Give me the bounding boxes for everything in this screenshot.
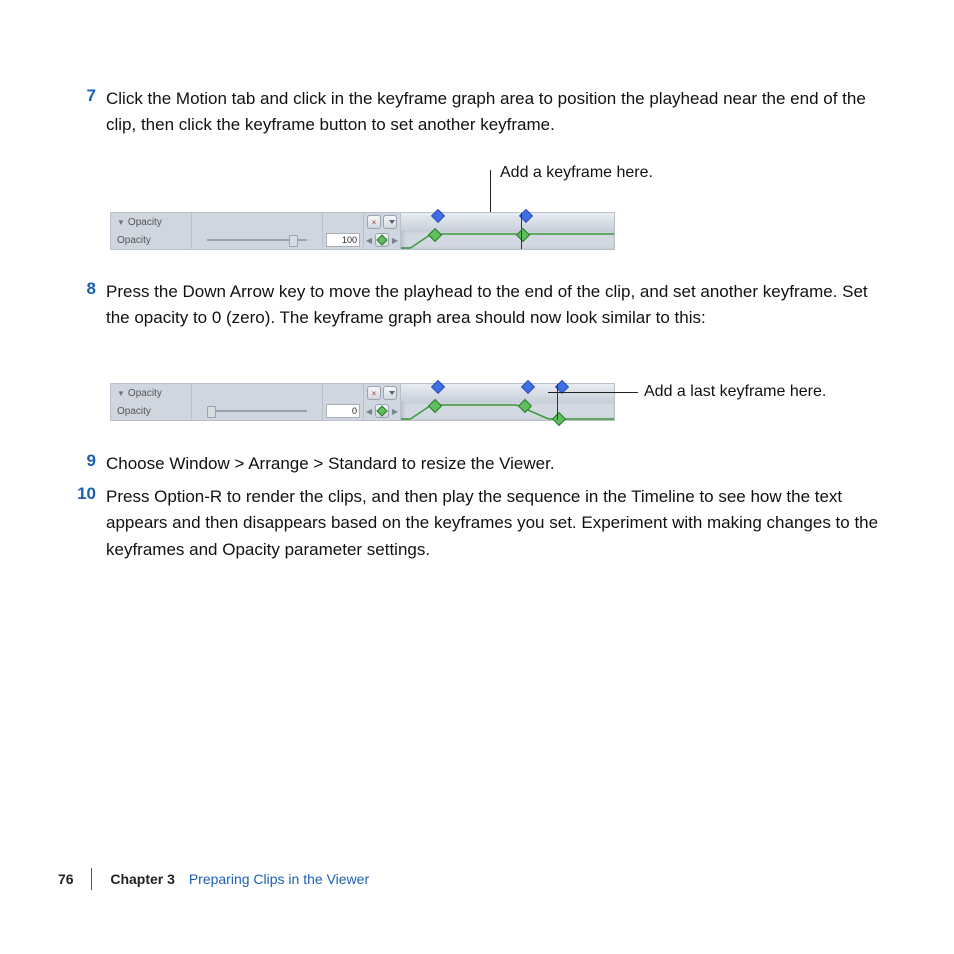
keyframe-marker[interactable] <box>521 380 535 394</box>
opacity-header-text: Opacity <box>128 217 162 228</box>
next-keyframe-button[interactable]: ▶ <box>391 235 399 245</box>
next-keyframe-button[interactable]: ▶ <box>391 406 399 416</box>
keyframe-panel-1: ▼ Opacity × Opacity <box>110 212 615 250</box>
footer-divider <box>91 868 92 890</box>
opacity-value-cell: 0 <box>323 402 364 420</box>
panel-header-row: ▼ Opacity × <box>111 213 614 232</box>
opacity-header-text: Opacity <box>128 388 162 399</box>
chapter-label: Chapter 3 <box>110 871 175 887</box>
chapter-title: Preparing Clips in the Viewer <box>189 871 369 887</box>
keyframe-nav: ◀ ▶ <box>364 402 401 420</box>
playhead[interactable] <box>557 402 558 420</box>
disclosure-icon[interactable]: ▼ <box>117 218 125 227</box>
header-value-spacer <box>323 384 364 402</box>
keyframe-nav: ◀ ▶ <box>364 231 401 249</box>
step-text: Click the Motion tab and click in the ke… <box>106 86 891 139</box>
callout-add-last-keyframe: Add a last keyframe here. <box>644 383 826 401</box>
step-text: Press Option-R to render the clips, and … <box>106 484 891 563</box>
header-buttons: × <box>364 213 401 231</box>
keyframe-marker[interactable] <box>431 380 445 394</box>
header-value-spacer <box>323 213 364 231</box>
step-number: 8 <box>78 279 96 299</box>
opacity-slider[interactable] <box>192 231 323 249</box>
add-keyframe-button[interactable] <box>375 404 389 418</box>
opacity-value-cell: 100 <box>323 231 364 249</box>
opacity-value[interactable]: 0 <box>326 404 360 418</box>
add-keyframe-button[interactable] <box>375 233 389 247</box>
opacity-slider[interactable] <box>192 402 323 420</box>
keyframe-panel-2: ▼ Opacity × Opacity <box>110 383 615 421</box>
header-spacer <box>192 384 323 402</box>
panel-value-row: Opacity 0 ◀ ▶ <box>111 402 614 420</box>
callout-add-keyframe: Add a keyframe here. <box>500 164 653 182</box>
opacity-row-text: Opacity <box>117 406 151 417</box>
panel-header-row: ▼ Opacity × <box>111 384 614 403</box>
page-number: 76 <box>58 871 74 887</box>
reset-button[interactable]: × <box>367 215 381 229</box>
opacity-row-label: Opacity <box>111 231 192 249</box>
callout-leader <box>490 170 491 216</box>
opacity-value[interactable]: 100 <box>326 233 360 247</box>
panel-value-row: Opacity 100 ◀ ▶ <box>111 231 614 249</box>
callout-leader <box>548 392 638 393</box>
opacity-graph[interactable] <box>401 231 614 249</box>
playhead[interactable] <box>521 231 522 249</box>
opacity-slider-thumb[interactable] <box>289 235 298 247</box>
step-text: Press the Down Arrow key to move the pla… <box>106 279 891 332</box>
step-number: 9 <box>78 451 96 471</box>
clip-menu-button[interactable] <box>383 215 397 229</box>
header-buttons: × <box>364 384 401 402</box>
step-number: 7 <box>78 86 96 106</box>
step-text: Choose Window > Arrange > Standard to re… <box>106 451 891 477</box>
opacity-header-label[interactable]: ▼ Opacity <box>111 213 192 231</box>
disclosure-icon[interactable]: ▼ <box>117 389 125 398</box>
header-spacer <box>192 213 323 231</box>
prev-keyframe-button[interactable]: ◀ <box>365 235 373 245</box>
reset-button[interactable]: × <box>367 386 381 400</box>
opacity-header-label[interactable]: ▼ Opacity <box>111 384 192 402</box>
opacity-slider-thumb[interactable] <box>207 406 216 418</box>
clip-menu-button[interactable] <box>383 386 397 400</box>
step-number: 10 <box>72 484 96 504</box>
keyframe-marker[interactable] <box>431 209 445 223</box>
opacity-graph[interactable] <box>401 402 614 420</box>
prev-keyframe-button[interactable]: ◀ <box>365 406 373 416</box>
opacity-row-text: Opacity <box>117 235 151 246</box>
playhead[interactable] <box>557 384 558 402</box>
page-footer: 76 Chapter 3 Preparing Clips in the View… <box>58 868 954 894</box>
opacity-row-label: Opacity <box>111 402 192 420</box>
